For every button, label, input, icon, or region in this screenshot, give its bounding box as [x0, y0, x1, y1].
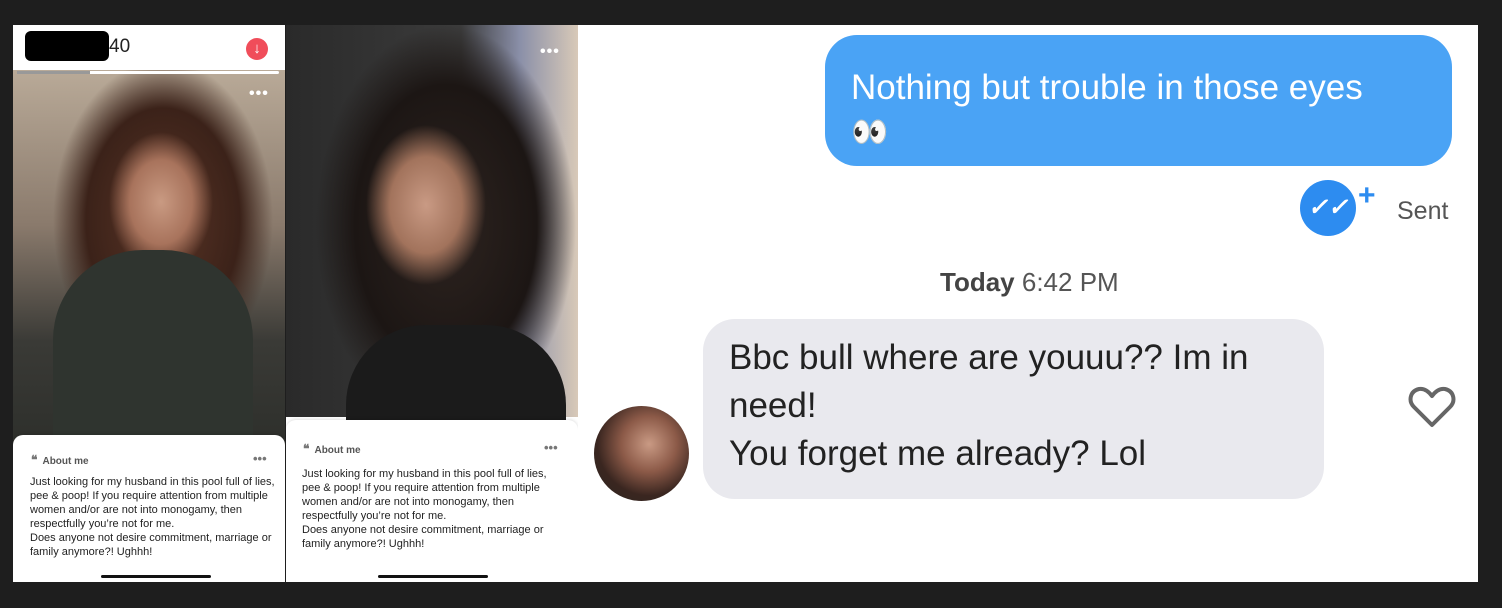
about-text: Just looking for my husband in this pool…	[30, 475, 275, 559]
received-message-bubble[interactable]: Bbc bull where are youuu?? Im in need! Y…	[703, 319, 1324, 499]
profile-card-1: 40 ↓ ••• ❝ About me ••• Just looking for …	[13, 25, 285, 582]
profile-photo[interactable]	[13, 70, 285, 460]
profile-photo[interactable]	[286, 25, 578, 425]
about-header: ❝ About me	[303, 442, 361, 456]
timestamp-time: 6:42 PM	[1021, 267, 1119, 297]
more-dots-icon[interactable]: •••	[540, 43, 560, 61]
about-more-icon[interactable]: •••	[253, 451, 267, 466]
message-timestamp: Today 6:42 PM	[940, 267, 1119, 298]
chat-panel: Nothing but trouble in those eyes 👀 ✓✓ +…	[578, 25, 1478, 582]
about-text: Just looking for my husband in this pool…	[302, 467, 564, 551]
quote-icon: ❝	[303, 442, 310, 456]
about-title: About me	[42, 456, 89, 467]
profile-header: 40 ↓	[13, 25, 285, 70]
photo-progress-fill	[17, 71, 91, 74]
about-paragraph: Just looking for my husband in this pool…	[302, 468, 547, 522]
about-title: About me	[314, 445, 361, 456]
quote-icon: ❝	[31, 453, 38, 467]
home-indicator	[101, 575, 211, 578]
about-more-icon[interactable]: •••	[544, 440, 558, 455]
received-message-text: Bbc bull where are youuu?? Im in need! Y…	[729, 334, 1248, 478]
home-indicator	[378, 575, 488, 578]
double-check-icon: ✓✓	[1300, 180, 1356, 236]
heart-icon[interactable]	[1408, 385, 1456, 429]
profile-card-2: ••• ❝ About me ••• Just looking for my hu…	[286, 25, 578, 582]
sent-status: Sent	[1397, 197, 1449, 225]
profile-age: 40	[109, 36, 131, 57]
about-section: ❝ About me ••• Just looking for my husban…	[13, 435, 285, 582]
plus-icon[interactable]: +	[1358, 179, 1376, 213]
message-line: You forget me already? Lol	[729, 434, 1147, 473]
about-paragraph: Does anyone not desire commitment, marri…	[302, 524, 544, 550]
sent-message-bubble[interactable]: Nothing but trouble in those eyes 👀	[825, 35, 1452, 166]
about-header: ❝ About me	[31, 453, 89, 467]
timestamp-day: Today	[940, 267, 1015, 297]
about-section: ❝ About me ••• Just looking for my husban…	[286, 420, 578, 582]
redacted-name	[25, 31, 109, 61]
about-paragraph: Just looking for my husband in this pool…	[30, 476, 275, 530]
message-line: need!	[729, 386, 817, 425]
eyes-emoji: 👀	[851, 116, 889, 149]
photo-progress-bar	[17, 71, 279, 74]
about-paragraph: Does anyone not desire commitment, marri…	[30, 532, 272, 558]
message-line: Bbc bull where are youuu?? Im in	[729, 338, 1249, 377]
avatar[interactable]	[594, 406, 689, 501]
download-icon[interactable]: ↓	[246, 38, 268, 60]
more-dots-icon[interactable]: •••	[249, 85, 269, 103]
sent-message-text: Nothing but trouble in those eyes	[851, 68, 1363, 107]
